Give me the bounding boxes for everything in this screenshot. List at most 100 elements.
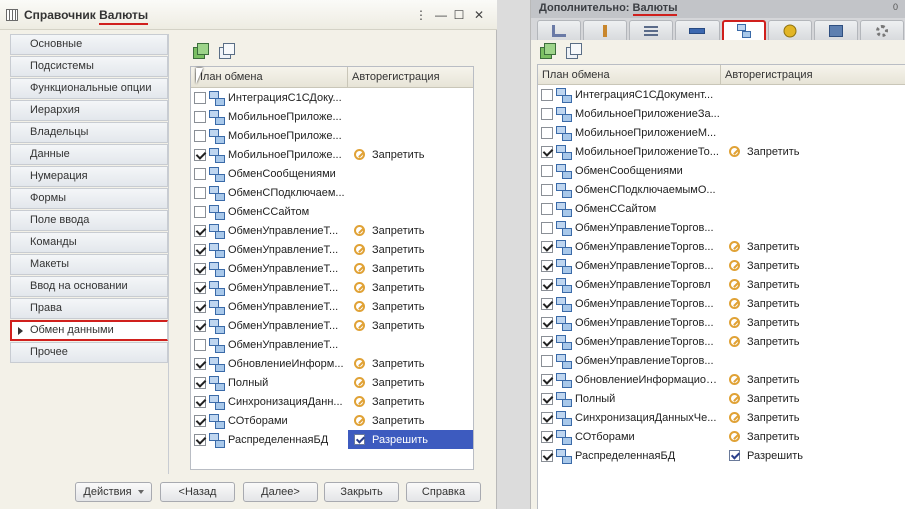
- include-checkbox[interactable]: [194, 395, 206, 408]
- table-row[interactable]: СинхронизацияДанныхЧе... Запретить: [538, 408, 905, 427]
- column-header-plan[interactable]: План обмена: [538, 65, 721, 84]
- autoreg-cell[interactable]: Запретить: [348, 240, 473, 259]
- column-header-autoreg[interactable]: Авторегистрация: [721, 65, 905, 84]
- include-checkbox[interactable]: [194, 338, 206, 351]
- actions-button[interactable]: Действия: [75, 482, 152, 502]
- uncheck-all-icon[interactable]: [565, 42, 583, 60]
- include-checkbox[interactable]: [541, 221, 553, 234]
- maximize-button[interactable]: ☐: [452, 8, 466, 22]
- nav-item[interactable]: Прочее: [10, 342, 168, 363]
- close-button[interactable]: ✕: [472, 8, 486, 22]
- table-row[interactable]: ОбменСПодключаем...: [191, 183, 473, 202]
- autoreg-cell[interactable]: [348, 164, 473, 183]
- include-checkbox[interactable]: [541, 278, 553, 291]
- table-row[interactable]: МобильноеПриложе...: [191, 126, 473, 145]
- autoreg-cell[interactable]: [348, 202, 473, 221]
- nav-item[interactable]: Иерархия: [10, 100, 168, 121]
- table-row[interactable]: ОбменСообщениями: [538, 161, 905, 180]
- include-checkbox[interactable]: [194, 110, 206, 123]
- autoreg-cell[interactable]: Запретить: [348, 259, 473, 278]
- panel-tab-form[interactable]: [537, 20, 582, 40]
- include-checkbox[interactable]: [194, 186, 206, 199]
- table-row[interactable]: ОбновлениеИнформ... Запретить: [191, 354, 473, 373]
- nav-item[interactable]: Формы: [10, 188, 168, 209]
- panel-tab-list[interactable]: [629, 20, 674, 40]
- table-row[interactable]: Полный Запретить: [191, 373, 473, 392]
- help-button[interactable]: Справка: [406, 482, 481, 502]
- autoreg-cell[interactable]: [348, 107, 473, 126]
- include-checkbox[interactable]: [194, 91, 206, 104]
- autoreg-cell[interactable]: Запретить: [348, 145, 473, 164]
- include-checkbox[interactable]: [194, 414, 206, 427]
- table-row[interactable]: ОбменУправлениеТоргов... Запретить: [538, 294, 905, 313]
- include-checkbox[interactable]: [541, 202, 553, 215]
- include-checkbox[interactable]: [194, 205, 206, 218]
- table-row[interactable]: ОбменУправлениеТ... Запретить: [191, 221, 473, 240]
- uncheck-all-icon[interactable]: [218, 42, 236, 60]
- autoreg-cell[interactable]: [721, 218, 905, 237]
- panel-tab-export[interactable]: [813, 20, 858, 40]
- autoreg-cell[interactable]: Запретить: [348, 411, 473, 430]
- autoreg-cell[interactable]: Запретить: [721, 389, 905, 408]
- nav-item[interactable]: Ввод на основании: [10, 276, 168, 297]
- include-checkbox[interactable]: [194, 357, 206, 370]
- more-icon[interactable]: ⋮: [414, 8, 428, 22]
- include-checkbox[interactable]: [194, 319, 206, 332]
- autoreg-cell[interactable]: Запретить: [721, 142, 905, 161]
- table-row[interactable]: ОбменУправлениеТ... Запретить: [191, 259, 473, 278]
- table-row[interactable]: МобильноеПриложениеТо... Запретить: [538, 142, 905, 161]
- autoreg-cell[interactable]: Запретить: [348, 354, 473, 373]
- table-row[interactable]: ОбменУправлениеТ...: [191, 335, 473, 354]
- nav-item[interactable]: Владельцы: [10, 122, 168, 143]
- table-row[interactable]: СОтборами Запретить: [191, 411, 473, 430]
- check-all-icon[interactable]: [192, 42, 210, 60]
- autoreg-cell[interactable]: [721, 161, 905, 180]
- table-row[interactable]: ОбменУправлениеТоргов...: [538, 218, 905, 237]
- table-row[interactable]: ОбменУправлениеТоргов...: [538, 351, 905, 370]
- autoreg-cell[interactable]: Запретить: [348, 221, 473, 240]
- table-row[interactable]: МобильноеПриложе...: [191, 107, 473, 126]
- nav-item[interactable]: Команды: [10, 232, 168, 253]
- autoreg-cell[interactable]: Разрешить: [348, 430, 473, 449]
- include-checkbox[interactable]: [541, 107, 553, 120]
- nav-item[interactable]: Основные: [10, 34, 168, 55]
- autoreg-cell[interactable]: Разрешить: [721, 446, 905, 465]
- table-row[interactable]: ОбменУправлениеТоргов... Запретить: [538, 256, 905, 275]
- panel-tab-round-arrow[interactable]: [767, 20, 812, 40]
- include-checkbox[interactable]: [541, 373, 553, 386]
- nav-item[interactable]: Поле ввода: [10, 210, 168, 231]
- table-row[interactable]: ОбменУправлениеТоргов... Запретить: [538, 313, 905, 332]
- include-checkbox[interactable]: [541, 449, 553, 462]
- autoreg-cell[interactable]: Запретить: [721, 427, 905, 446]
- autoreg-cell[interactable]: Запретить: [348, 392, 473, 411]
- autoreg-cell[interactable]: Запретить: [348, 316, 473, 335]
- table-row[interactable]: ОбменУправлениеТоргов... Запретить: [538, 332, 905, 351]
- include-checkbox[interactable]: [541, 392, 553, 405]
- include-checkbox[interactable]: [541, 259, 553, 272]
- include-checkbox[interactable]: [194, 262, 206, 275]
- back-button[interactable]: <Назад: [160, 482, 235, 502]
- include-checkbox[interactable]: [541, 316, 553, 329]
- include-checkbox[interactable]: [194, 129, 206, 142]
- autoreg-cell[interactable]: Запретить: [348, 373, 473, 392]
- table-row[interactable]: ОбменССайтом: [538, 199, 905, 218]
- panel-tab-exchange-node[interactable]: [721, 20, 766, 40]
- table-row[interactable]: ОбменУправлениеТ... Запретить: [191, 316, 473, 335]
- autoreg-cell[interactable]: [348, 183, 473, 202]
- nav-item[interactable]: Функциональные опции: [10, 78, 168, 99]
- window-titlebar[interactable]: Справочник Валюты ⋮ — ☐ ✕: [0, 0, 497, 30]
- nav-item[interactable]: Нумерация: [10, 166, 168, 187]
- autoreg-cell[interactable]: [348, 88, 473, 107]
- table-row[interactable]: РаспределеннаяБД Разрешить: [191, 430, 473, 449]
- table-row[interactable]: ОбменУправлениеТ... Запретить: [191, 278, 473, 297]
- include-checkbox[interactable]: [541, 297, 553, 310]
- include-checkbox[interactable]: [194, 376, 206, 389]
- table-row[interactable]: ОбменССайтом: [191, 202, 473, 221]
- autoreg-cell[interactable]: Запретить: [721, 275, 905, 294]
- table-row[interactable]: ОбменУправлениеТ... Запретить: [191, 240, 473, 259]
- table-row[interactable]: ОбменУправлениеТ... Запретить: [191, 297, 473, 316]
- include-checkbox[interactable]: [541, 411, 553, 424]
- table-row[interactable]: МобильноеПриложениеМ...: [538, 123, 905, 142]
- autoreg-cell[interactable]: Запретить: [721, 370, 905, 389]
- autoreg-cell[interactable]: Запретить: [721, 332, 905, 351]
